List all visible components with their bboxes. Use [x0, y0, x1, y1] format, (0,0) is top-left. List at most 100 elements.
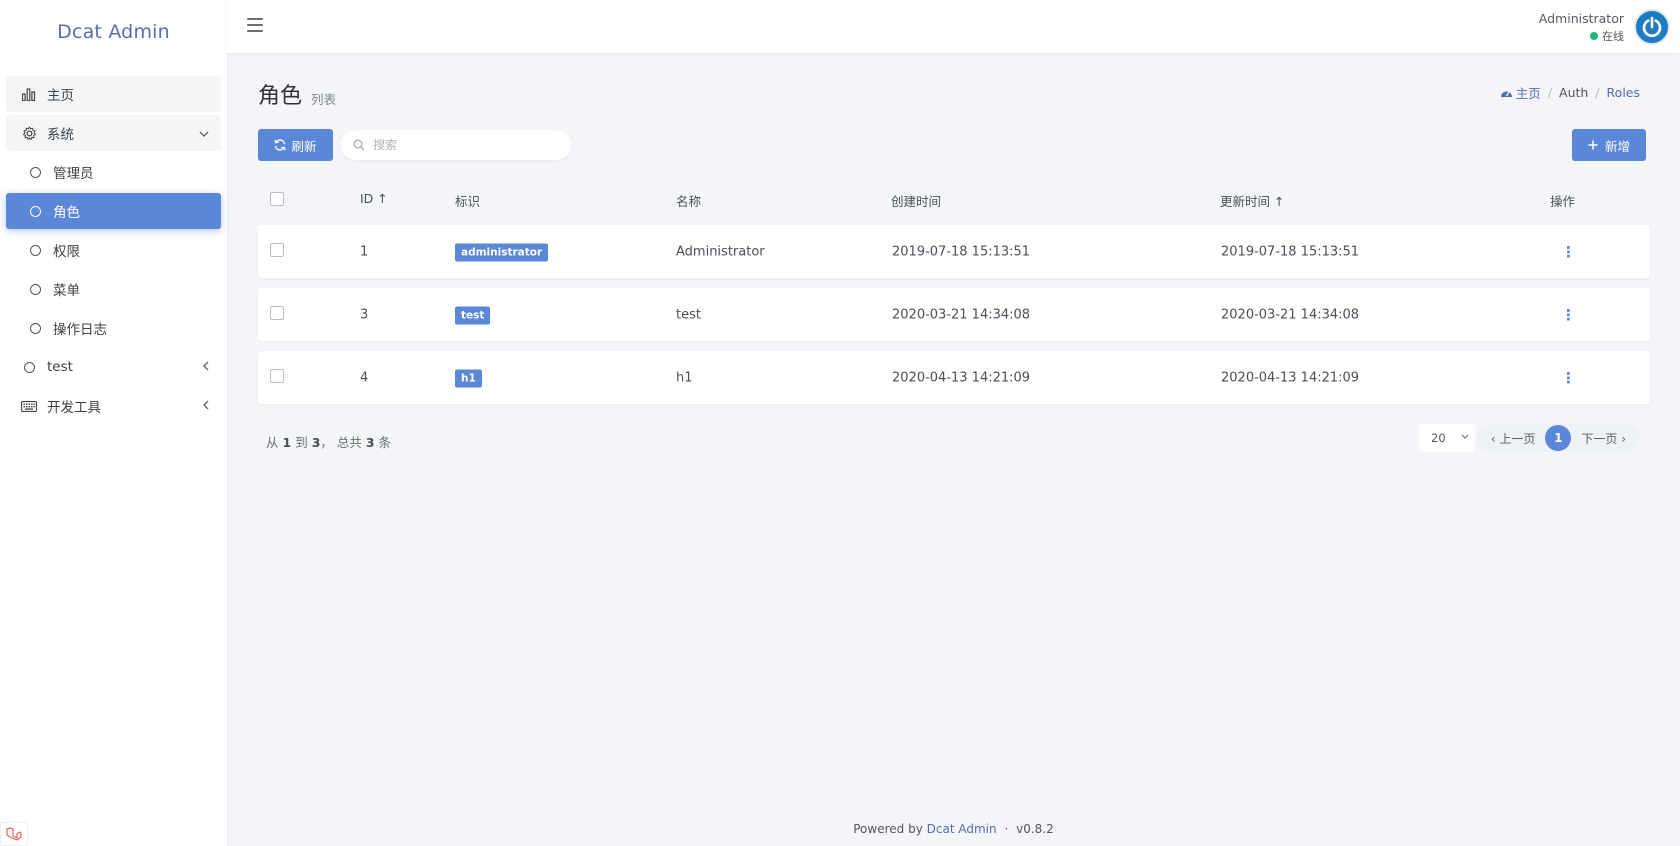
chevron-down-icon [1461, 431, 1469, 442]
circle-icon [26, 202, 44, 220]
main-content: 角色 列表 主页 / Auth / Roles 刷新 搜索 新增 ID ↑ 标识… [258, 53, 1650, 464]
row-id: 4 [360, 370, 369, 385]
sidebar-item-test[interactable]: test [6, 349, 221, 385]
chevron-left-icon [203, 360, 209, 374]
column-updated-at[interactable]: 更新时间 ↑ [1220, 191, 1284, 210]
chevron-down-icon [199, 126, 209, 140]
sidebar-item-label: 权限 [53, 244, 80, 260]
prev-page-button[interactable]: ‹ 上一页 [1485, 430, 1542, 447]
per-page-select[interactable]: 20 [1419, 424, 1475, 452]
circle-icon [26, 163, 44, 181]
gear-icon [20, 124, 38, 142]
circle-icon [20, 358, 38, 376]
sidebar-item-permissions[interactable]: 权限 [6, 232, 221, 268]
page-subtitle: 列表 [311, 92, 337, 107]
sidebar-item-label: 主页 [47, 88, 74, 104]
row-id: 3 [360, 307, 369, 322]
sidebar-item-administrators[interactable]: 管理员 [6, 154, 221, 190]
bar-chart-icon [20, 85, 38, 103]
page-header: 角色 列表 主页 / Auth / Roles [258, 53, 1650, 123]
sidebar-nav: 主页 系统 管理员 角色 权限 菜单 操作日志 test 开发工具 [0, 64, 227, 424]
refresh-icon [274, 139, 287, 151]
refresh-button[interactable]: 刷新 [258, 129, 333, 161]
column-name: 名称 [676, 194, 702, 209]
row-actions-icon[interactable]: ⋮ [1561, 369, 1576, 387]
search-box [341, 130, 571, 160]
row-checkbox[interactable] [270, 305, 284, 324]
user-info[interactable]: Administrator 在线 [1539, 11, 1624, 44]
circle-icon [26, 280, 44, 298]
table-body: 1 administrator Administrator 2019-07-18… [258, 225, 1650, 404]
breadcrumb-auth: Auth [1559, 85, 1589, 100]
row-updated-at: 2019-07-18 15:13:51 [1221, 244, 1360, 259]
column-created-at: 创建时间 [891, 194, 942, 209]
row-slug-badge: h1 [455, 369, 482, 387]
sidebar-item-system[interactable]: 系统 [6, 115, 221, 151]
user-status-label: 在线 [1602, 30, 1624, 43]
chevron-left-icon [203, 399, 209, 413]
row-actions-icon[interactable]: ⋮ [1561, 306, 1576, 324]
footer-dot: · [1004, 822, 1009, 836]
footer-link[interactable]: Dcat Admin [927, 822, 997, 836]
sidebar-item-roles[interactable]: 角色 [6, 193, 221, 229]
table-row: 1 administrator Administrator 2019-07-18… [258, 225, 1650, 278]
breadcrumb-separator: / [1547, 85, 1553, 100]
pagination: ‹ 上一页 1 下一页 › [1476, 424, 1640, 452]
table-header: ID ↑ 标识 名称 创建时间 更新时间 ↑ 操作 [258, 175, 1650, 225]
pagination-summary: 从 1 到 3， 总共 3 条 [266, 435, 392, 450]
sidebar: Dcat Admin 主页 系统 管理员 角色 权限 菜单 操作日志 test … [0, 0, 227, 846]
row-checkbox[interactable] [270, 242, 284, 261]
top-navbar: Administrator 在线 [227, 0, 1680, 53]
user-status: 在线 [1539, 28, 1624, 44]
sidebar-item-label: test [47, 359, 73, 375]
grid-toolbar: 刷新 新增 [258, 123, 1650, 167]
menu-toggle-icon[interactable] [247, 18, 263, 32]
breadcrumb-home[interactable]: 主页 [1516, 83, 1541, 102]
breadcrumb: 主页 / Auth / Roles [1500, 83, 1640, 102]
keyboard-icon [20, 397, 38, 415]
row-slug-badge: administrator [455, 243, 549, 261]
row-created-at: 2020-04-13 14:21:09 [892, 370, 1031, 385]
per-page-value: 20 [1431, 431, 1446, 445]
online-dot-icon [1590, 32, 1598, 40]
search-input[interactable] [373, 138, 553, 152]
search-icon [353, 139, 365, 151]
row-name: h1 [676, 370, 693, 385]
column-slug: 标识 [455, 194, 481, 209]
sidebar-item-menu[interactable]: 菜单 [6, 271, 221, 307]
sidebar-item-label: 操作日志 [53, 322, 107, 338]
select-all-checkbox[interactable] [270, 192, 284, 209]
brand-logo[interactable]: Dcat Admin [0, 0, 227, 64]
circle-icon [26, 241, 44, 259]
add-label: 新增 [1604, 138, 1630, 154]
breadcrumb-current[interactable]: Roles [1607, 85, 1640, 100]
sidebar-item-label: 角色 [53, 205, 80, 221]
sidebar-item-label: 开发工具 [47, 400, 101, 416]
table-row: 3 test test 2020-03-21 14:34:08 2020-03-… [258, 288, 1650, 341]
sidebar-item-operation-log[interactable]: 操作日志 [6, 310, 221, 346]
row-name: Administrator [676, 244, 765, 259]
table-row: 4 h1 h1 2020-04-13 14:21:09 2020-04-13 1… [258, 351, 1650, 404]
refresh-label: 刷新 [291, 138, 317, 154]
next-page-button[interactable]: 下一页 › [1575, 430, 1632, 447]
sidebar-item-home[interactable]: 主页 [6, 76, 221, 112]
column-id[interactable]: ID ↑ [360, 191, 388, 206]
row-name: test [676, 307, 701, 322]
page-footer: Powered by Dcat Admin · v0.8.2 [227, 822, 1680, 836]
add-button[interactable]: 新增 [1572, 129, 1646, 161]
dashboard-icon [1500, 87, 1513, 98]
row-created-at: 2020-03-21 14:34:08 [892, 307, 1031, 322]
grid-footer: 从 1 到 3， 总共 3 条 20 ‹ 上一页 1 下一页 › [258, 414, 1650, 464]
plus-icon [1588, 140, 1598, 150]
row-created-at: 2019-07-18 15:13:51 [892, 244, 1031, 259]
sidebar-item-dev-tools[interactable]: 开发工具 [6, 388, 221, 424]
laravel-logo-icon[interactable] [0, 822, 28, 846]
sidebar-item-label: 菜单 [53, 283, 80, 299]
row-actions-icon[interactable]: ⋮ [1561, 243, 1576, 261]
row-checkbox[interactable] [270, 368, 284, 387]
avatar[interactable] [1634, 9, 1670, 45]
page-1-button[interactable]: 1 [1545, 425, 1572, 451]
user-name: Administrator [1538, 11, 1624, 26]
page-title: 角色 [258, 84, 303, 109]
breadcrumb-separator: / [1595, 85, 1600, 100]
